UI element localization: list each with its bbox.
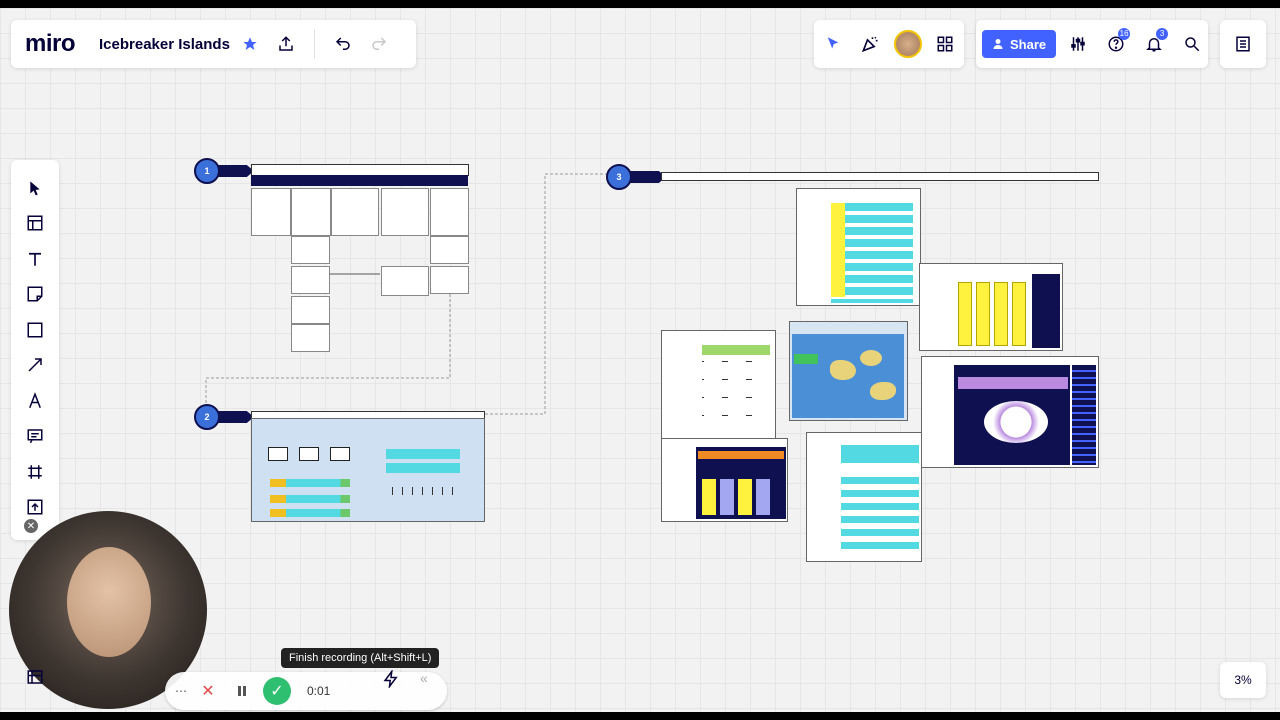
scores-col-4 — [756, 479, 770, 515]
leaderboard-yellow — [831, 203, 845, 297]
learn-box-a[interactable] — [291, 236, 330, 264]
play-frame-columns[interactable] — [919, 263, 1063, 351]
scores-col-1 — [702, 479, 716, 515]
world-map-purple-bar — [958, 377, 1068, 389]
scores-col-3 — [738, 479, 752, 515]
bottom-black-bar — [0, 712, 1280, 720]
zoom-level[interactable]: 3% — [1220, 662, 1266, 698]
map-island-1 — [830, 360, 856, 380]
column-yellow-2 — [976, 282, 990, 346]
islands-grid — [702, 361, 770, 433]
play-frame-leaderboard[interactable] — [796, 188, 921, 306]
column-yellow-3 — [994, 282, 1008, 346]
step-1-badge[interactable]: 1 — [194, 158, 254, 184]
learn-col-4[interactable] — [381, 188, 429, 236]
activity-card-1[interactable] — [268, 447, 288, 461]
activity-frame[interactable] — [251, 418, 485, 522]
step-number: 2 — [194, 404, 220, 430]
step-arrow-label — [218, 411, 254, 423]
learn-frame-banner — [251, 175, 468, 186]
learn-col-2[interactable] — [291, 188, 331, 236]
activity-bar-1 — [270, 479, 350, 487]
webcam-face — [67, 547, 151, 657]
step-3-badge[interactable]: 3 — [606, 164, 666, 190]
pause-recording-button[interactable] — [229, 678, 255, 704]
learn-box-e[interactable] — [381, 266, 429, 296]
recording-controls: ⋯ ✕ ✓ 0:01 — [165, 672, 447, 710]
islands-green-bar — [702, 345, 770, 355]
step-number: 1 — [194, 158, 220, 184]
checklist-rows — [841, 477, 919, 551]
column-navy-panel — [1032, 274, 1060, 348]
learn-col-1[interactable] — [251, 188, 291, 236]
learn-box-d[interactable] — [291, 324, 330, 352]
learn-col-5[interactable] — [430, 188, 469, 236]
map-island-2 — [860, 350, 882, 366]
play-frame-header[interactable] — [661, 172, 1099, 181]
collapse-icon[interactable]: « — [420, 670, 428, 686]
map-island-3 — [870, 382, 896, 400]
world-map-globe — [984, 401, 1048, 443]
activity-card-3[interactable] — [330, 447, 350, 461]
close-webcam-icon[interactable]: ✕ — [24, 519, 38, 533]
board-canvas[interactable]: miro Icebreaker Islands Share 16 3 1 2 3… — [0, 8, 1280, 712]
activity-card-2[interactable] — [299, 447, 319, 461]
play-frame-checklist[interactable] — [806, 432, 922, 562]
column-yellow-4 — [1012, 282, 1026, 346]
lightning-icon[interactable] — [382, 668, 400, 693]
checklist-header — [841, 445, 919, 463]
top-black-bar — [0, 0, 1280, 8]
more-icon[interactable]: ⋯ — [175, 684, 187, 698]
activity-bar-3 — [270, 509, 350, 517]
learn-yellow-a[interactable] — [430, 236, 469, 264]
step-arrow-label — [218, 165, 254, 177]
column-yellow-1 — [958, 282, 972, 346]
play-frame-islands-list[interactable] — [661, 330, 776, 440]
scores-col-2 — [720, 479, 734, 515]
activity-bar-cyan-2 — [386, 463, 460, 473]
board-list-icon[interactable] — [26, 668, 46, 688]
learn-box-b[interactable] — [291, 266, 330, 294]
recording-timer: 0:01 — [307, 684, 331, 698]
learn-col-3[interactable] — [331, 188, 379, 236]
finish-recording-tooltip: Finish recording (Alt+Shift+L) — [281, 648, 440, 668]
activity-bar-2 — [270, 495, 350, 503]
activity-bar-cyan-1 — [386, 449, 460, 459]
play-frame-map[interactable] — [789, 321, 908, 421]
scores-orange-bar — [698, 451, 784, 459]
step-number: 3 — [606, 164, 632, 190]
play-frame-world-map[interactable] — [921, 356, 1099, 468]
activity-pins — [392, 487, 458, 495]
learn-yellow-b[interactable] — [430, 266, 469, 294]
world-map-side-panel — [1072, 365, 1096, 465]
map-start-flag — [794, 354, 818, 364]
play-frame-scores[interactable] — [661, 438, 788, 522]
step-2-badge[interactable]: 2 — [194, 404, 254, 430]
cancel-recording-button[interactable]: ✕ — [195, 678, 221, 704]
finish-recording-button[interactable]: ✓ — [263, 677, 291, 705]
learn-box-c[interactable] — [291, 296, 330, 324]
